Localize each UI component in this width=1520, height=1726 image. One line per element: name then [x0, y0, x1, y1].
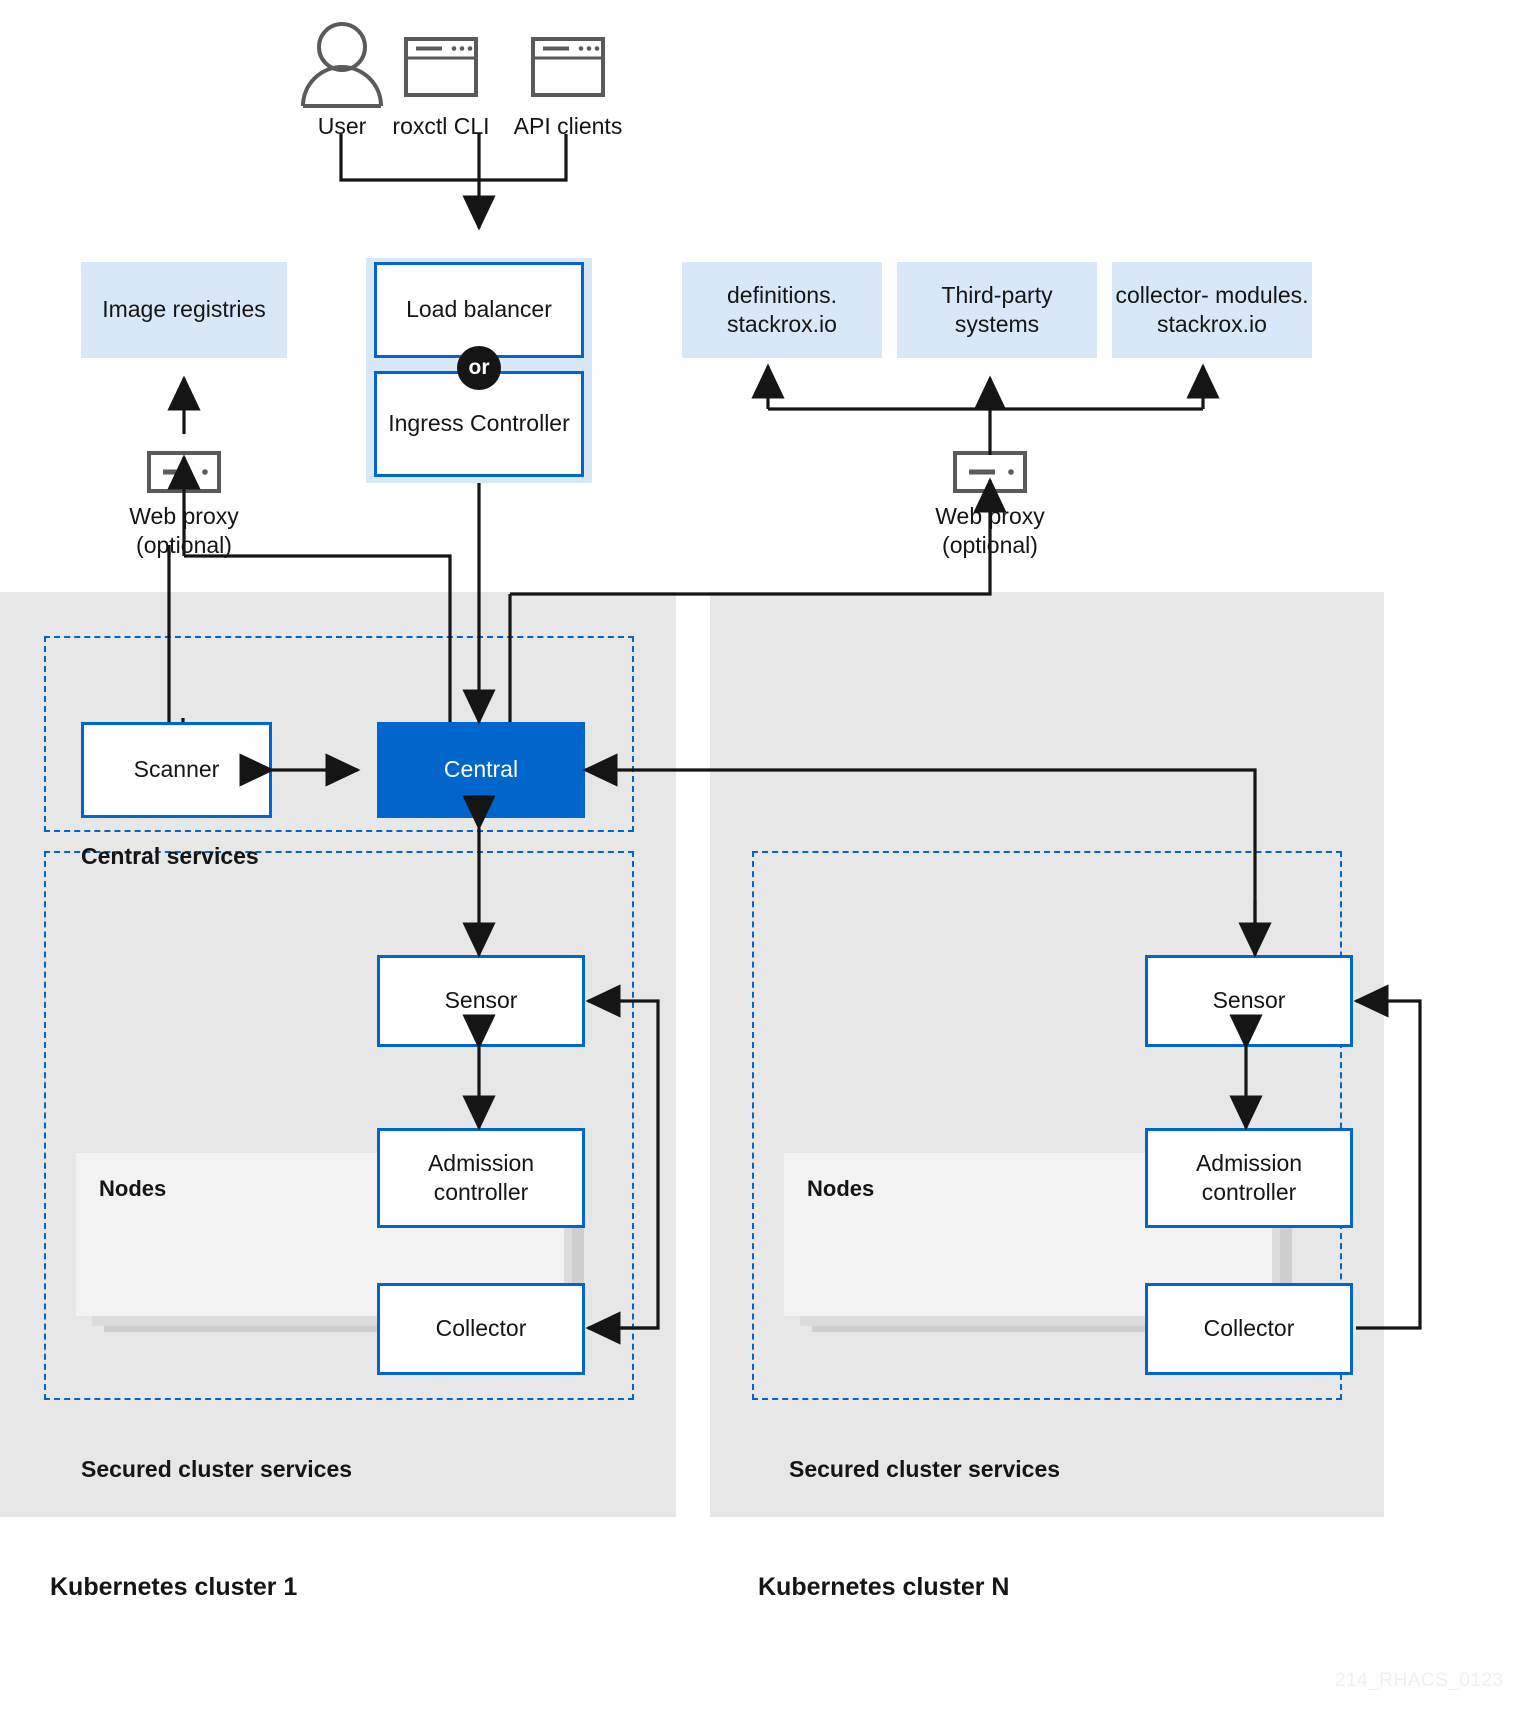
user-icon — [300, 20, 384, 108]
kubernetes-cluster-1-title: Kubernetes cluster 1 — [50, 1573, 298, 1601]
web-proxy-left-server-proxy-icon — [147, 451, 221, 493]
load-balancer-box[interactable]: Load balancer — [374, 262, 584, 358]
api-clients-terminal-window-icon — [531, 37, 605, 97]
kubernetes-cluster-n-title: Kubernetes cluster N — [758, 1573, 1010, 1601]
api-clients-label: API clients — [513, 113, 623, 139]
admission-controller-box-cluster-1[interactable]: Admission controller — [377, 1128, 585, 1228]
definitions-stackrox-box[interactable]: definitions. stackrox.io — [682, 262, 882, 358]
watermark: 214_RHACS_0123 — [1335, 1670, 1504, 1691]
secured-cluster-services-label-n: Secured cluster services — [789, 1456, 1061, 1482]
web-proxy-right-label: Web proxy (optional) — [935, 503, 1045, 558]
sensor-box-cluster-1[interactable]: Sensor — [377, 955, 585, 1047]
sensor-box-cluster-n[interactable]: Sensor — [1145, 955, 1353, 1047]
admission-controller-box-cluster-n[interactable]: Admission controller — [1145, 1128, 1353, 1228]
architecture-diagram: Nodes Nodes User roxctl CLI API clients … — [0, 0, 1520, 1726]
collector-box-cluster-n[interactable]: Collector — [1145, 1283, 1353, 1375]
or-badge: or — [457, 346, 501, 390]
scanner-box[interactable]: Scanner — [81, 722, 272, 818]
secured-cluster-services-label-1: Secured cluster services — [81, 1456, 353, 1482]
nodes-label-cluster-1: Nodes — [99, 1176, 167, 1201]
collector-box-cluster-1[interactable]: Collector — [377, 1283, 585, 1375]
central-box[interactable]: Central — [377, 722, 585, 818]
third-party-systems-box[interactable]: Third-party systems — [897, 262, 1097, 358]
image-registries-box[interactable]: Image registries — [81, 262, 287, 358]
central-services-label: Central services — [81, 843, 259, 869]
web-proxy-right-server-proxy-icon — [953, 451, 1027, 493]
web-proxy-left-label: Web proxy (optional) — [129, 503, 239, 558]
nodes-label-cluster-n: Nodes — [807, 1176, 875, 1201]
roxctl-terminal-window-icon — [404, 37, 478, 97]
collector-modules-box[interactable]: collector- modules. stackrox.io — [1112, 262, 1312, 358]
